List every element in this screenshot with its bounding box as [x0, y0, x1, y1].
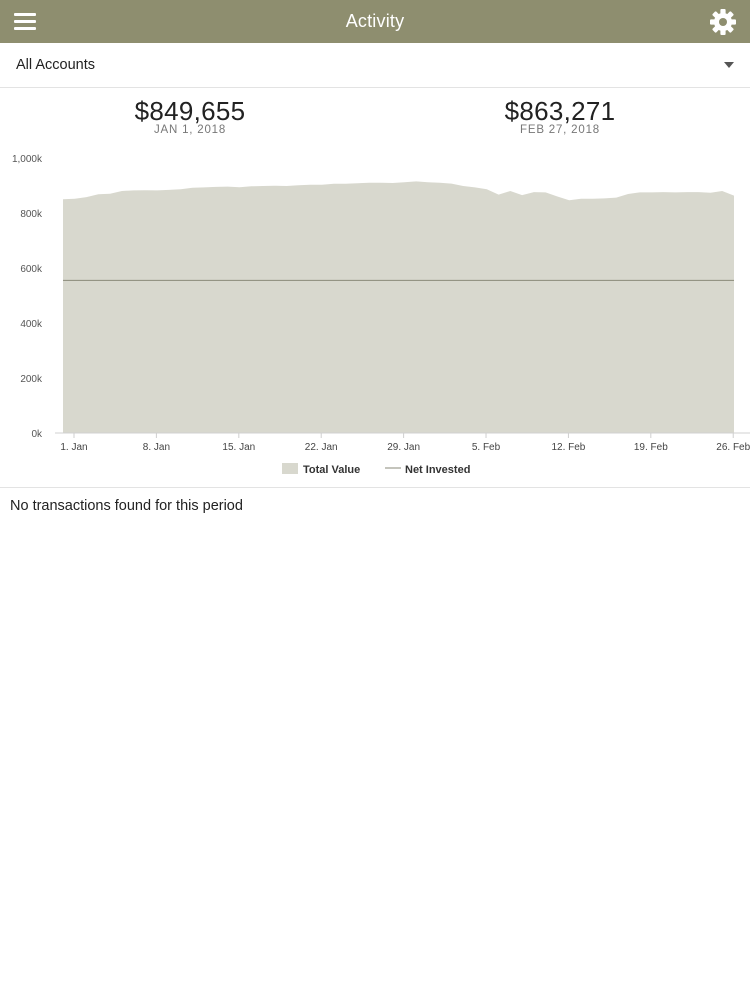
- y-tick-label: 0k: [31, 429, 43, 440]
- y-tick-label: 1,000k: [12, 154, 43, 165]
- account-selector[interactable]: All Accounts: [0, 43, 750, 88]
- legend-swatch-total-value: [282, 463, 298, 474]
- y-tick-label: 400k: [20, 319, 43, 330]
- empty-transactions-message: No transactions found for this period: [10, 498, 243, 514]
- y-tick-label: 600k: [20, 264, 43, 275]
- hamburger-menu-icon[interactable]: [14, 12, 36, 30]
- x-tick-label: 5. Feb: [472, 442, 501, 453]
- end-date: FEB 27, 2018: [520, 124, 600, 136]
- x-tick-label: 29. Jan: [387, 442, 420, 453]
- chevron-down-icon: [724, 62, 734, 68]
- x-tick-label: 8. Jan: [143, 442, 170, 453]
- x-tick-label: 12. Feb: [551, 442, 585, 453]
- divider: [0, 487, 750, 488]
- start-amount: $849,655: [134, 96, 246, 126]
- summary-end: $863,271 FEB 27, 2018: [440, 94, 680, 136]
- start-date: JAN 1, 2018: [153, 124, 227, 136]
- legend-label-total-value[interactable]: Total Value: [303, 464, 360, 476]
- x-tick-label: 1. Jan: [60, 442, 87, 453]
- legend-label-net-invested[interactable]: Net Invested: [405, 464, 470, 476]
- page-title: Activity: [345, 11, 405, 31]
- app-header: Activity: [0, 0, 750, 43]
- total-value-area: [63, 181, 734, 433]
- x-tick-label: 26. Feb: [716, 442, 750, 453]
- y-tick-label: 800k: [20, 209, 43, 220]
- gear-icon[interactable]: [709, 8, 737, 36]
- account-selector-value: All Accounts: [16, 57, 95, 73]
- y-tick-label: 200k: [20, 374, 43, 385]
- x-tick-label: 19. Feb: [634, 442, 668, 453]
- activity-chart: 0k 200k 400k 600k 800k 1,000k 1. Jan 8. Jan 15. …: [12, 154, 750, 476]
- end-amount: $863,271: [504, 96, 616, 126]
- summary-start: $849,655 JAN 1, 2018: [70, 94, 310, 136]
- x-tick-label: 22. Jan: [305, 442, 338, 453]
- x-tick-label: 15. Jan: [222, 442, 255, 453]
